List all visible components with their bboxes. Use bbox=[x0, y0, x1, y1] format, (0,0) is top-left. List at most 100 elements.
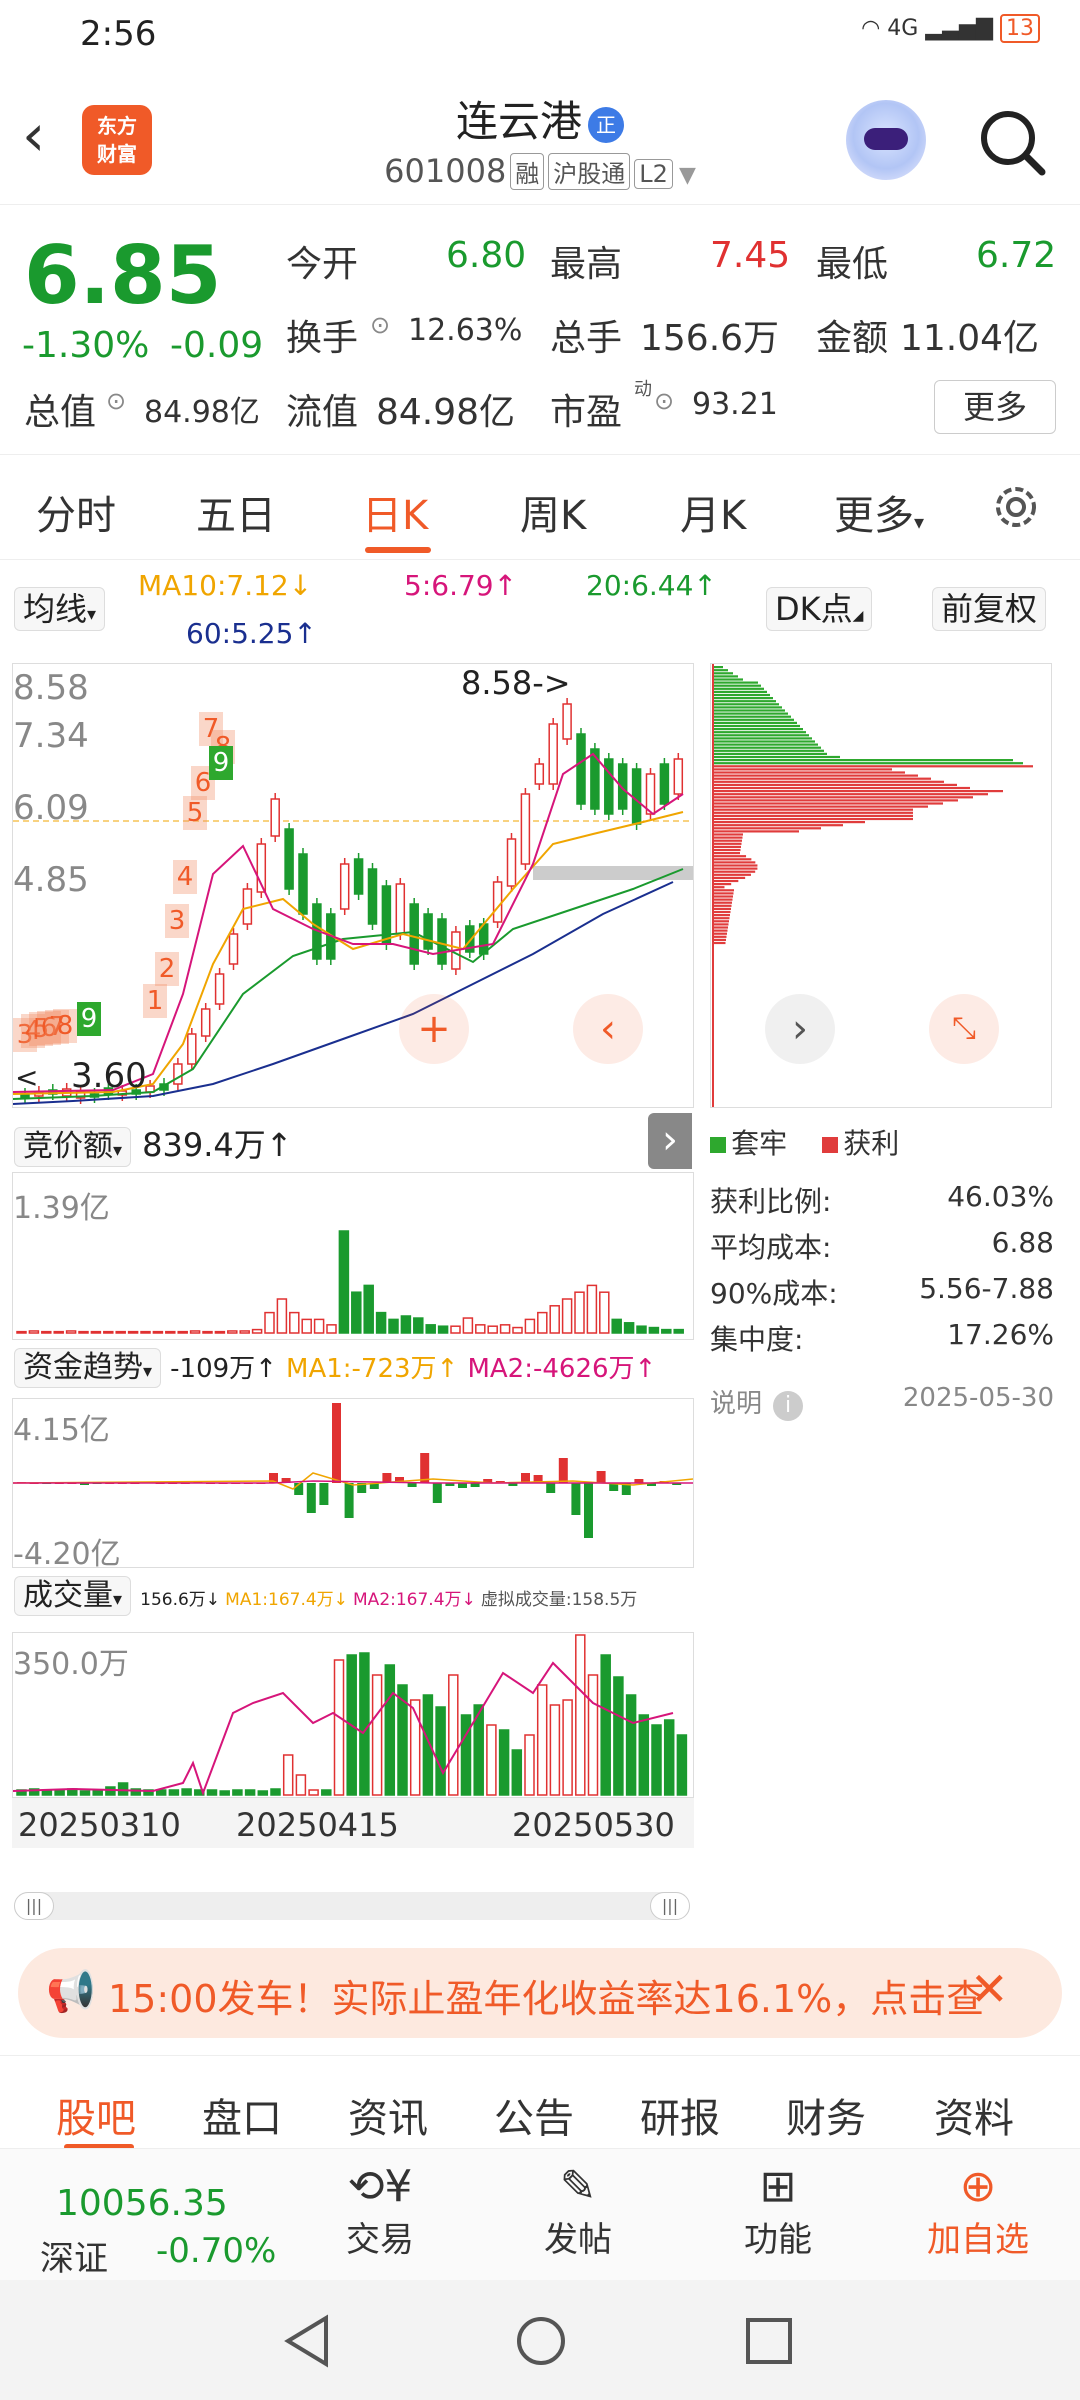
auction-bar bbox=[363, 1284, 374, 1334]
function-button[interactable]: ⊞ 功能 bbox=[718, 2161, 838, 2261]
index-value[interactable]: 10056.35 bbox=[56, 2183, 228, 2224]
chip-bar bbox=[713, 870, 756, 873]
date-axis: 20250310 20250415 20250530 bbox=[12, 1798, 694, 1848]
nav-recents-icon[interactable] bbox=[744, 2316, 794, 2366]
search-icon[interactable] bbox=[976, 106, 1048, 178]
caret-down-icon: ▾ bbox=[914, 510, 925, 534]
virtual-volume: 虚拟成交量:158.5万 bbox=[480, 1590, 638, 1610]
note-label[interactable]: 说明 bbox=[710, 1389, 762, 1419]
info-icon[interactable]: ⊙ bbox=[654, 387, 674, 415]
ma20-value: 20:6.44↑ bbox=[586, 569, 717, 602]
auction-bar bbox=[574, 1291, 585, 1334]
yuan-exchange-icon: ⟲¥ bbox=[347, 2161, 413, 2212]
sequence-marker: 5 bbox=[183, 796, 207, 830]
low-marker-prefix: < bbox=[15, 1061, 39, 1094]
chip-stat-label: 90%成本: bbox=[710, 1277, 838, 1310]
chip-stat-value: 46.03% bbox=[947, 1180, 1054, 1213]
scroll-handle-right[interactable]: ||| bbox=[650, 1892, 690, 1920]
crosshair-plus-icon[interactable]: + bbox=[399, 994, 469, 1064]
volume-bar bbox=[549, 1704, 561, 1796]
chevron-left-icon[interactable]: ‹ bbox=[573, 994, 643, 1064]
info-icon[interactable]: i bbox=[773, 1391, 804, 1421]
caret-down-icon: ▾ bbox=[113, 1589, 123, 1610]
auction-chart[interactable]: 1.39亿 bbox=[12, 1172, 694, 1340]
info-icon[interactable]: ⊙ bbox=[370, 311, 390, 339]
chip-bar bbox=[713, 879, 739, 883]
assistant-avatar[interactable] bbox=[846, 100, 926, 180]
caret-down-icon: ▾ bbox=[87, 604, 97, 625]
tab-profile[interactable]: 资料 bbox=[934, 2086, 1014, 2144]
close-icon[interactable]: ✕ bbox=[970, 1962, 1009, 2016]
float-value: 84.98亿 bbox=[376, 392, 516, 433]
tab-finance[interactable]: 财务 bbox=[786, 2086, 866, 2144]
ma-type-dropdown[interactable]: 均线▾ bbox=[14, 587, 106, 631]
trapped-swatch bbox=[710, 1137, 726, 1153]
nav-back-icon[interactable] bbox=[282, 2314, 332, 2368]
tab-daily-k[interactable]: 日K bbox=[362, 483, 428, 541]
volume-bar bbox=[625, 1694, 637, 1796]
turnover-value: 12.63% bbox=[408, 313, 523, 348]
trade-button[interactable]: ⟲¥ 交易 bbox=[320, 2161, 440, 2261]
candle-body bbox=[423, 913, 433, 950]
fundflow-bar bbox=[558, 1458, 568, 1483]
chip-bar bbox=[713, 718, 794, 721]
auction-bar bbox=[301, 1318, 312, 1334]
chip-bar bbox=[713, 867, 758, 870]
tab-research[interactable]: 研报 bbox=[640, 2086, 720, 2144]
tab-pankou[interactable]: 盘口 bbox=[202, 2086, 282, 2144]
expand-icon[interactable]: ⤡ bbox=[929, 994, 999, 1064]
tab-announcements[interactable]: 公告 bbox=[494, 2086, 574, 2144]
volume-bar bbox=[244, 1789, 256, 1796]
chip-bar bbox=[713, 706, 782, 709]
chip-bar bbox=[713, 901, 732, 904]
chevron-right-icon[interactable]: › bbox=[765, 994, 835, 1064]
chip-distribution[interactable]: › ⤡ bbox=[710, 663, 1052, 1108]
auction-bar bbox=[375, 1311, 387, 1334]
scroll-handle-left[interactable]: ||| bbox=[14, 1892, 54, 1920]
chip-bar bbox=[713, 926, 728, 929]
auction-bar bbox=[65, 1330, 77, 1334]
more-button[interactable]: 更多 bbox=[934, 380, 1056, 434]
nav-home-icon[interactable] bbox=[514, 2314, 568, 2368]
promo-banner[interactable]: 📢 15:00发车！实际止盈年化收益率达16.1%，点击查 ✕ bbox=[18, 1948, 1062, 2038]
tab-monthly-k[interactable]: 月K bbox=[680, 483, 746, 541]
auction-bar bbox=[189, 1330, 201, 1334]
info-icon[interactable]: ⊙ bbox=[106, 387, 126, 415]
auction-bar bbox=[16, 1330, 27, 1334]
post-button[interactable]: ✎ 发帖 bbox=[518, 2161, 638, 2261]
volume-chart[interactable]: 350.0万 bbox=[12, 1632, 694, 1798]
dk-point-dropdown[interactable]: DK点◢ bbox=[766, 587, 873, 631]
tab-guba[interactable]: 股吧 bbox=[56, 2086, 136, 2144]
kline-chart[interactable]: 8.58 7.34 6.09 4.85 8.58-> < 3.60 345678… bbox=[12, 663, 694, 1108]
add-watchlist-button[interactable]: ⊕ 加自选 bbox=[908, 2161, 1048, 2261]
volume-bar bbox=[562, 1699, 573, 1796]
candle-body bbox=[645, 773, 656, 815]
fundflow-chart[interactable]: 4.15亿 -4.20亿 bbox=[12, 1398, 694, 1572]
chip-bar bbox=[713, 759, 1013, 762]
fundflow-axis-bottom: -4.20亿 bbox=[13, 1537, 121, 1572]
chip-bar bbox=[713, 712, 788, 715]
fundflow-bar bbox=[306, 1483, 316, 1513]
candle-body bbox=[187, 1033, 197, 1065]
caret-down-icon: ▾ bbox=[143, 1361, 153, 1382]
fundflow-axis-top: 4.15亿 bbox=[13, 1413, 110, 1448]
candle-body bbox=[367, 868, 378, 925]
sequence-marker: 1 bbox=[143, 984, 167, 1018]
auction-dropdown[interactable]: 竞价额▾ bbox=[14, 1127, 132, 1167]
chip-bar bbox=[713, 864, 758, 867]
chip-bar bbox=[713, 876, 746, 879]
gear-icon[interactable] bbox=[988, 479, 1044, 535]
adjust-button[interactable]: 前复权 bbox=[932, 587, 1047, 631]
tab-news[interactable]: 资讯 bbox=[348, 2086, 428, 2144]
tab-more[interactable]: 更多▾ bbox=[834, 483, 924, 541]
tab-five-day[interactable]: 五日 bbox=[196, 483, 276, 541]
candle-body bbox=[534, 763, 545, 785]
tab-intraday[interactable]: 分时 bbox=[36, 483, 116, 541]
tab-weekly-k[interactable]: 周K bbox=[520, 483, 586, 541]
expand-right-icon[interactable]: › bbox=[648, 1113, 692, 1169]
chart-scrollbar[interactable]: ||| ||| bbox=[14, 1892, 690, 1920]
fundflow-label: 资金趋势 bbox=[23, 1350, 143, 1385]
volume-dropdown[interactable]: 成交量▾ bbox=[14, 1576, 132, 1616]
fundflow-dropdown[interactable]: 资金趋势▾ bbox=[14, 1348, 162, 1388]
dropdown-triangle-icon[interactable]: ▼ bbox=[679, 163, 696, 188]
